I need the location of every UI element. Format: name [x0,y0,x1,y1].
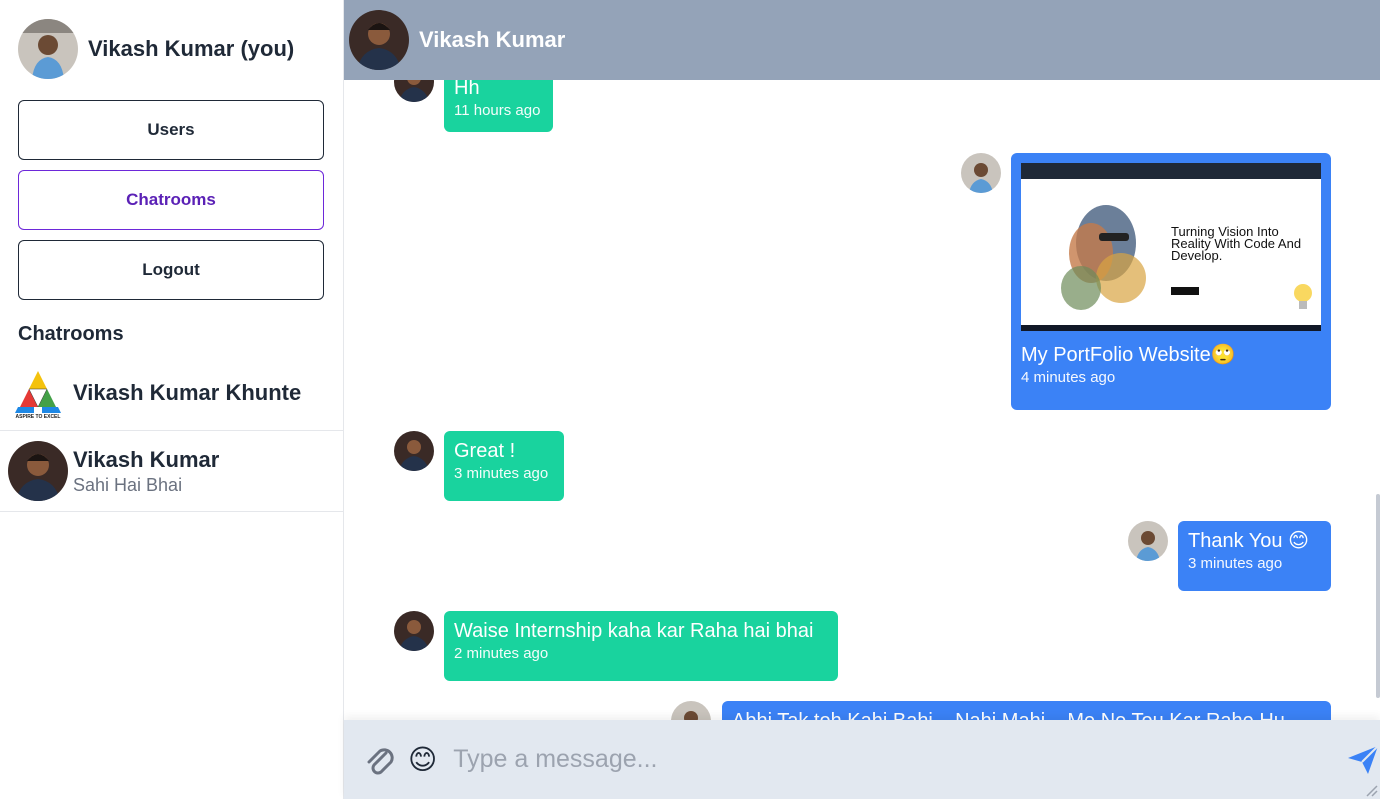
message-time: 4 minutes ago [1021,369,1116,386]
send-icon[interactable] [1346,742,1380,778]
message-bubble: Waise Internship kaha kar Raha hai bhai … [444,611,838,681]
message-bubble: Thank You 😊 3 minutes ago [1178,521,1331,591]
message-text: Waise Internship kaha kar Raha hai bhai [454,620,814,642]
chatrooms-heading: Chatrooms [18,323,124,345]
resize-handle-icon[interactable] [1364,783,1378,797]
message-list[interactable]: Hh 11 hours ago Turning Vision Into Real… [344,80,1380,720]
sidebar: Vikash Kumar (you) Users Chatrooms Logou… [0,0,344,799]
chatroom-item[interactable]: Vikash Kumar Sahi Hai Bhai [0,431,344,512]
emoji-icon[interactable]: 😊 [408,743,437,776]
message-avatar [394,80,434,102]
message-avatar [671,701,711,720]
message-composer: 😊 [344,720,1380,799]
message-avatar [961,153,1001,193]
current-user-avatar [18,19,78,79]
portrait-art-icon [1061,205,1146,310]
message-avatar [394,611,434,651]
message-image[interactable]: Turning Vision Into Reality With Code An… [1021,163,1321,331]
message-text: Thank You 😊 [1188,530,1309,552]
message-bubble: Abhi Tak toh Kahi Bahi... Nahi Mahi... M… [722,701,1331,720]
paperclip-icon[interactable] [364,743,394,777]
aspire-logo-text: ASPIRE TO EXCEL [16,414,61,419]
message-input[interactable] [453,745,1226,774]
scrollbar[interactable] [1376,494,1380,698]
chatroom-last-message: Sahi Hai Bhai [73,474,183,495]
users-button[interactable]: Users [18,100,324,160]
current-user: Vikash Kumar (you) [18,19,294,79]
chatrooms-button[interactable]: Chatrooms [18,170,324,230]
message-time: 3 minutes ago [454,465,549,482]
chat-header: Vikash Kumar [344,0,1380,80]
chat-app: Vikash Kumar (you) Users Chatrooms Logou… [0,0,1380,799]
chat-title: Vikash Kumar [419,27,566,52]
message-time: 3 minutes ago [1188,555,1283,572]
lightbulb-icon [1293,283,1313,317]
message-avatar [394,431,434,471]
image-message-bubble: Turning Vision Into Reality With Code An… [1011,153,1331,410]
message-text: Hh [454,80,480,99]
image-caption: My PortFolio Website🙄 [1021,344,1236,366]
message-text: Abhi Tak toh Kahi Bahi... Nahi Mahi... M… [732,709,1321,720]
chatroom-name: Vikash Kumar Khunte [73,379,302,405]
chat-partner-avatar[interactable] [349,10,409,70]
logout-button[interactable]: Logout [18,240,324,300]
chatroom-name: Vikash Kumar [73,446,220,472]
message-bubble: Great ! 3 minutes ago [444,431,564,501]
message-time: 2 minutes ago [454,645,549,662]
chatroom-avatar [8,441,68,501]
aspire-logo: ASPIRE TO EXCEL [12,367,64,420]
current-user-name: Vikash Kumar (you) [88,36,295,61]
message-time: 11 hours ago [454,102,541,119]
message-bubble: Hh 11 hours ago [444,80,553,132]
message-text: Great ! [454,440,516,462]
chatroom-item[interactable]: ASPIRE TO EXCEL Vikash Kumar Khunte [0,355,344,431]
image-headline: Turning Vision Into Reality With Code An… [1171,224,1302,263]
message-avatar [1128,521,1168,561]
